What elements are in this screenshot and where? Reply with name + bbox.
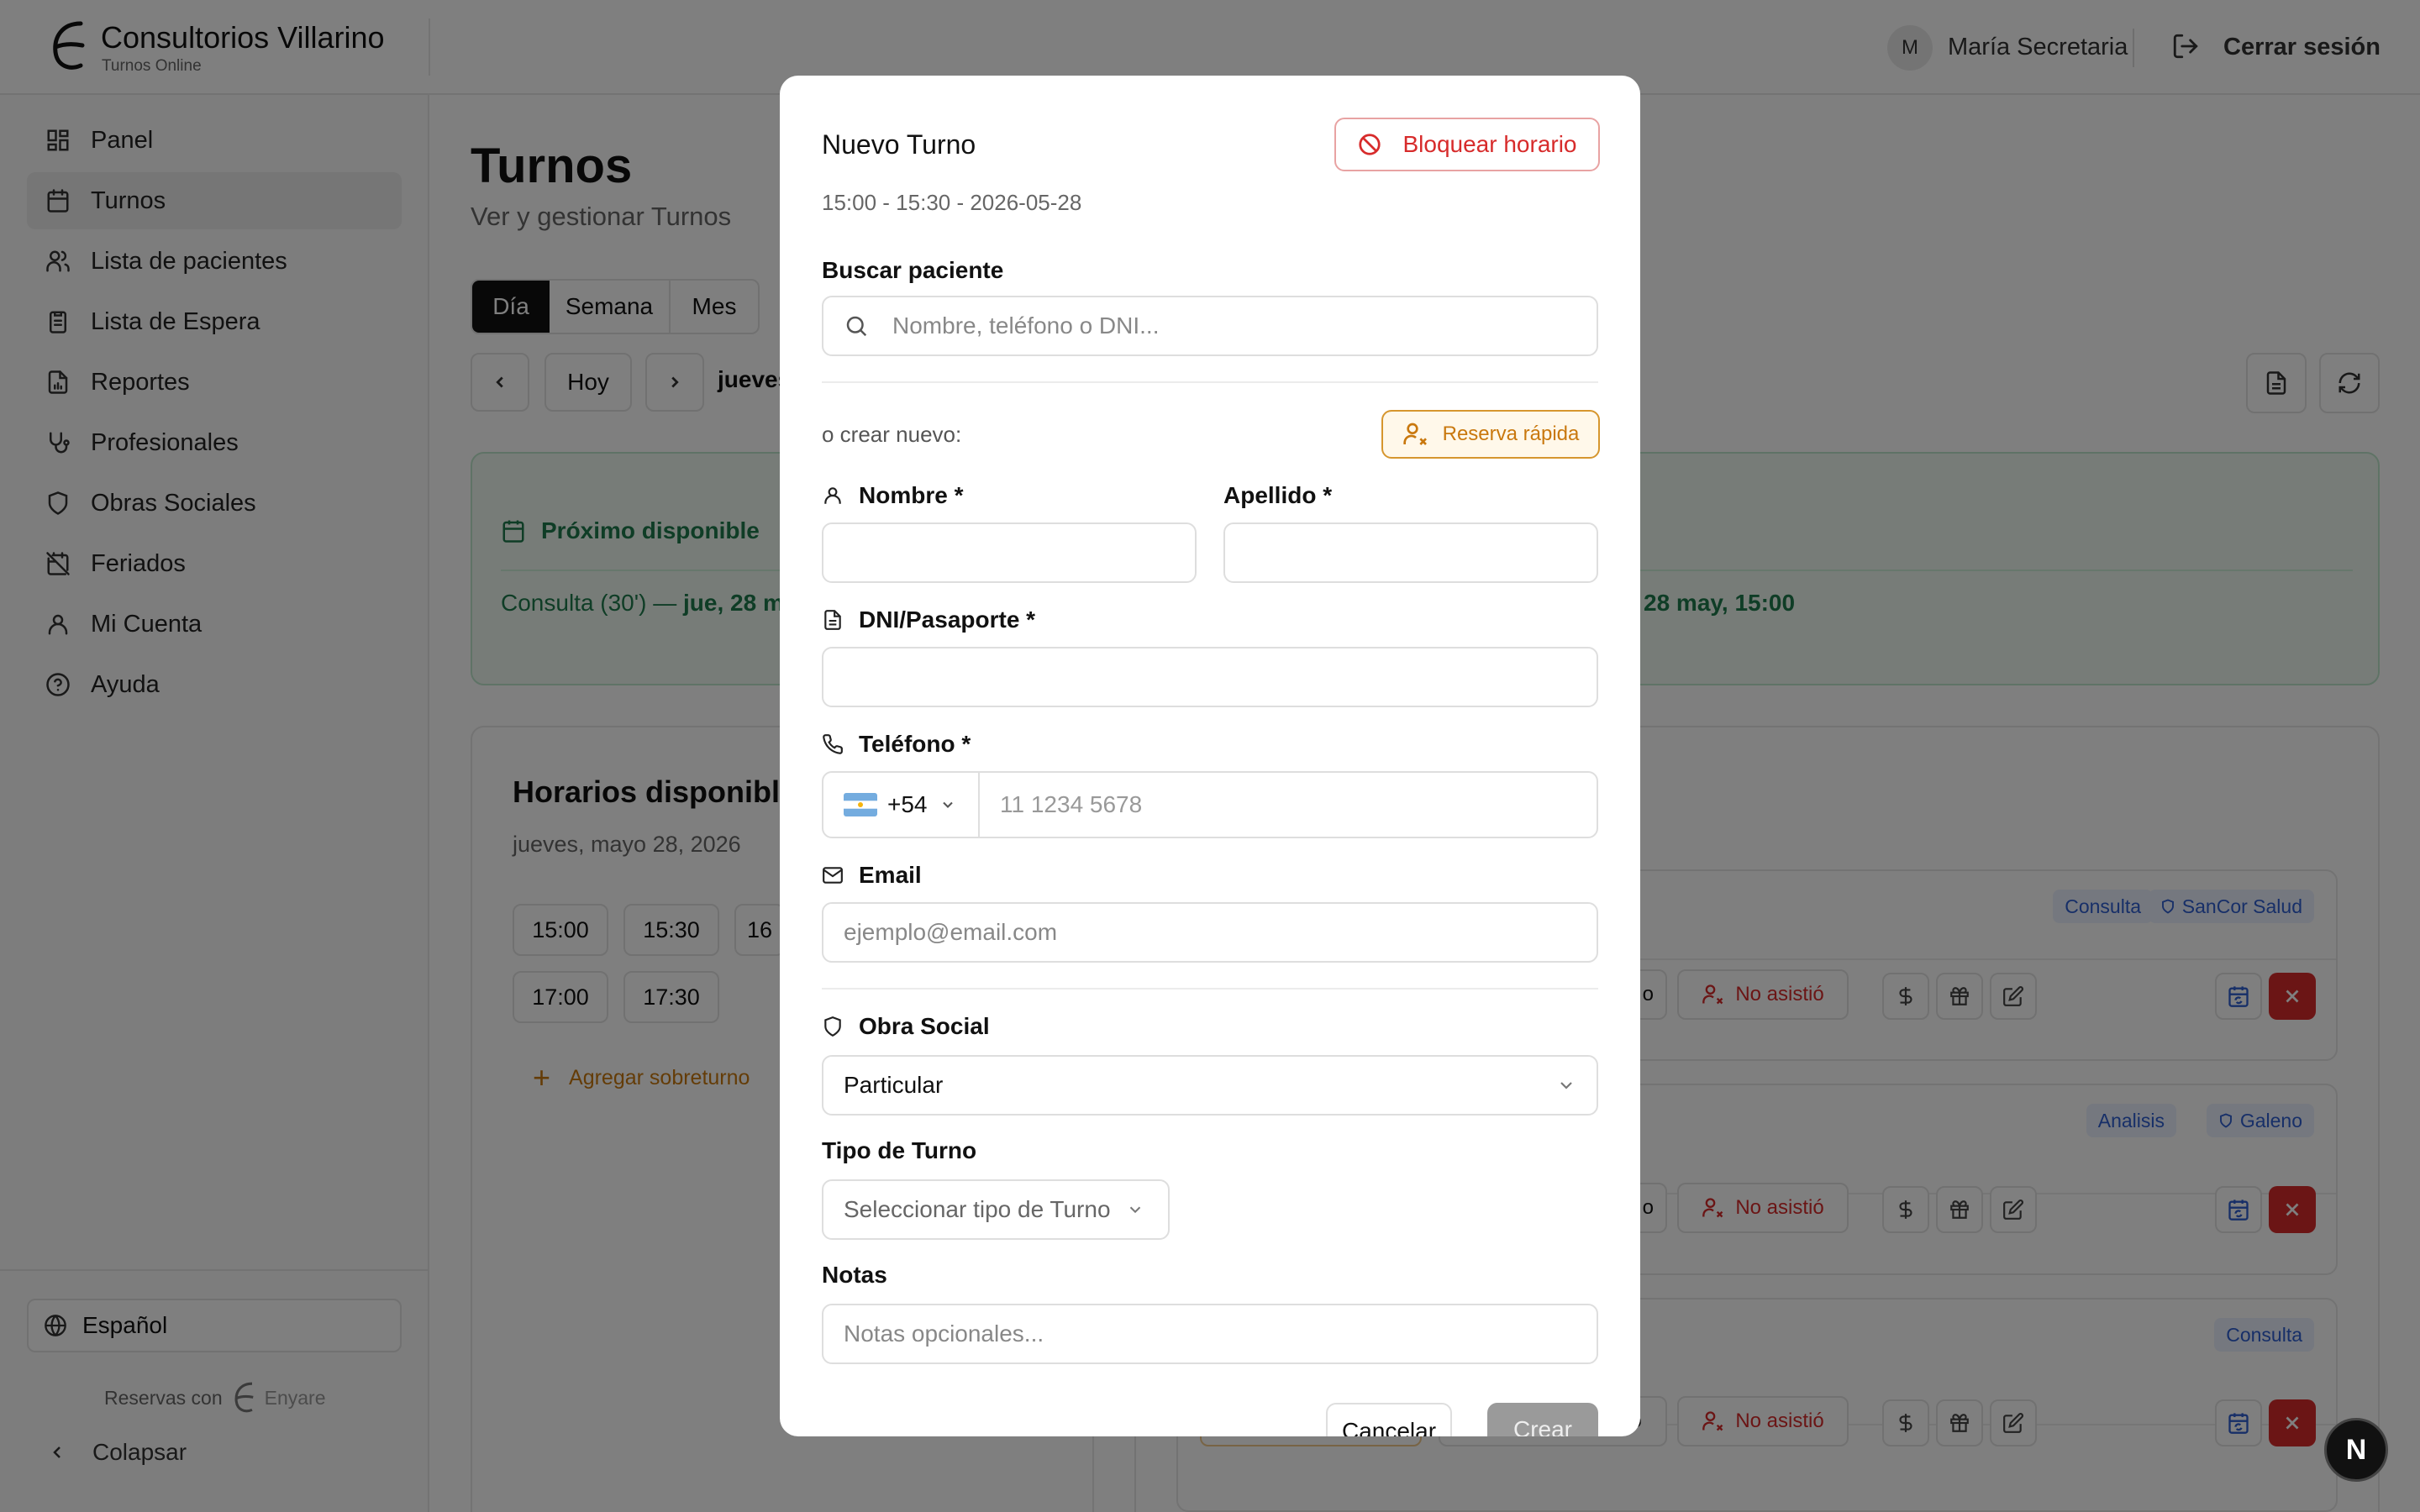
search-placeholder: Nombre, teléfono o DNI... — [892, 312, 1160, 339]
user-x-icon — [1402, 423, 1427, 445]
insurance-value: Particular — [844, 1072, 944, 1098]
phone-icon — [823, 734, 843, 754]
separator — [822, 381, 1598, 383]
separator — [822, 988, 1598, 990]
country-code-select[interactable]: +54 — [823, 773, 980, 837]
patient-search-input[interactable]: Nombre, teléfono o DNI... — [822, 296, 1598, 356]
chevron-down-icon — [942, 801, 953, 808]
argentina-flag-icon — [844, 793, 877, 816]
appointment-type-select[interactable]: Seleccionar tipo de Turno — [822, 1179, 1170, 1240]
ban-icon — [1359, 134, 1381, 155]
first-name-label: Nombre * — [822, 482, 963, 509]
first-name-label-text: Nombre * — [859, 482, 964, 508]
mail-icon — [823, 867, 843, 884]
dni-label: DNI/Pasaporte * — [822, 606, 1035, 633]
next-dev-badge[interactable]: N — [2324, 1418, 2388, 1482]
search-label: Buscar paciente — [822, 257, 1004, 283]
search-icon — [846, 316, 867, 337]
dni-input[interactable] — [822, 647, 1598, 707]
insurance-select[interactable]: Particular — [822, 1055, 1598, 1116]
phone-field: +54 11 1234 5678 — [822, 771, 1598, 838]
new-appointment-dialog: Nuevo Turno Bloquear horario 15:00 - 15:… — [780, 76, 1640, 1436]
last-name-label: Apellido * — [1223, 482, 1333, 508]
last-name-input[interactable] — [1223, 522, 1598, 583]
email-label: Email — [822, 862, 922, 889]
quick-booking-button[interactable]: Reserva rápida — [1381, 410, 1600, 459]
dni-label-text: DNI/Pasaporte * — [859, 606, 1036, 633]
phone-input[interactable]: 11 1234 5678 — [980, 773, 1597, 837]
cancel-button[interactable]: Cancelar — [1326, 1403, 1452, 1436]
email-label-text: Email — [859, 862, 922, 888]
time-range: 15:00 - 15:30 - 2026-05-28 — [822, 190, 1082, 215]
dialog-title: Nuevo Turno — [822, 129, 976, 160]
user-icon — [824, 487, 841, 504]
chevron-down-icon — [1560, 1082, 1572, 1089]
phone-label-text: Teléfono * — [859, 731, 971, 757]
email-input[interactable]: ejemplo@email.com — [822, 902, 1598, 963]
shield-icon — [824, 1016, 841, 1037]
document-icon — [824, 610, 841, 630]
insurance-label-text: Obra Social — [859, 1013, 990, 1039]
notes-label: Notas — [822, 1262, 887, 1288]
notes-input[interactable]: Notas opcionales... — [822, 1304, 1598, 1364]
country-code: +54 — [887, 791, 928, 817]
phone-label: Teléfono * — [822, 731, 971, 758]
quick-booking-label: Reserva rápida — [1442, 423, 1580, 445]
appointment-type-label: Tipo de Turno — [822, 1137, 977, 1163]
create-button[interactable]: Crear — [1487, 1403, 1598, 1436]
insurance-label: Obra Social — [822, 1013, 990, 1040]
create-new-label: o crear nuevo: — [822, 422, 962, 447]
block-slot-label: Bloquear horario — [1402, 131, 1577, 157]
first-name-input[interactable] — [822, 522, 1197, 583]
chevron-down-icon — [1129, 1206, 1141, 1214]
appointment-type-placeholder: Seleccionar tipo de Turno — [844, 1196, 1111, 1222]
block-slot-button[interactable]: Bloquear horario — [1334, 118, 1600, 171]
